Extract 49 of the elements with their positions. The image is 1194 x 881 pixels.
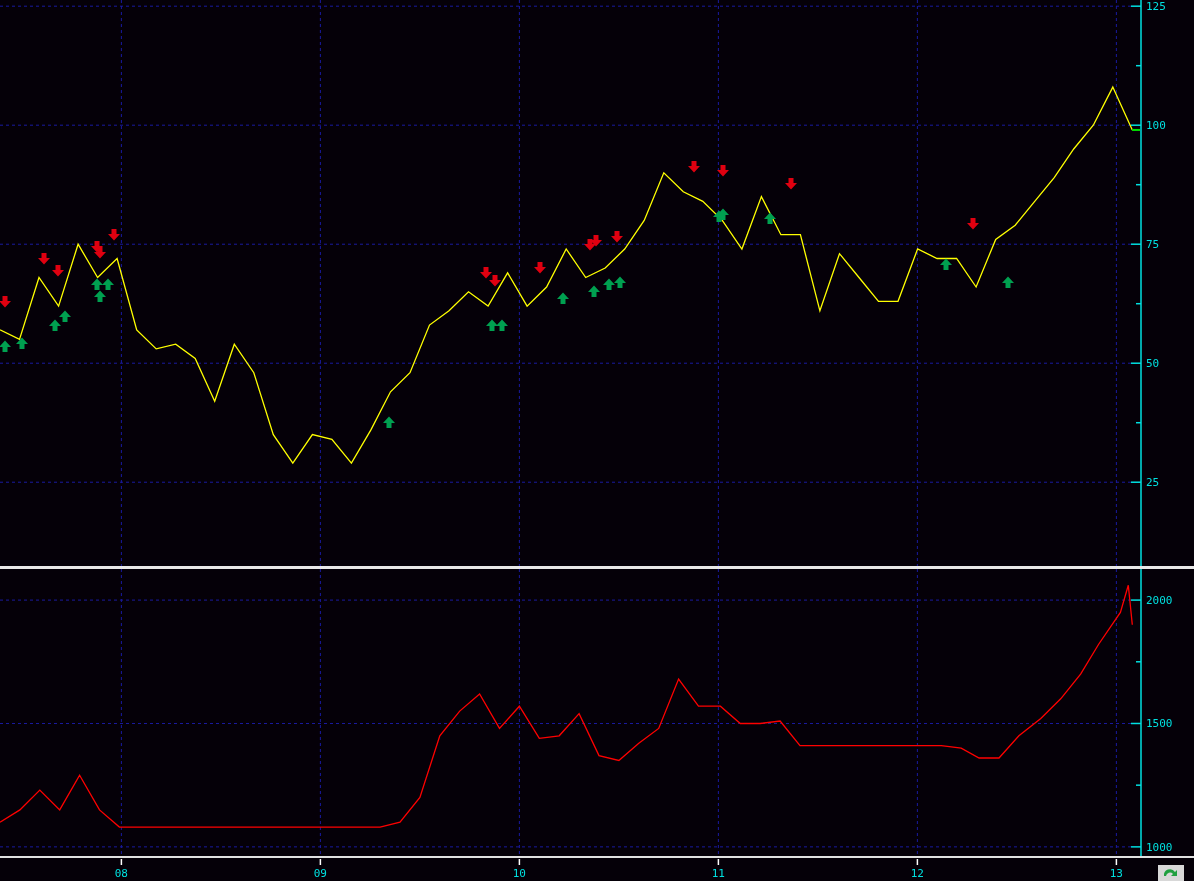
down-arrow-icon — [0, 296, 11, 308]
up-arrow-icon — [496, 319, 508, 331]
down-arrow-icon — [108, 229, 120, 241]
down-arrow-icon — [688, 161, 700, 173]
down-arrow-icon — [584, 239, 596, 251]
axis-label: 1000 — [1146, 840, 1173, 854]
up-arrow-icon — [940, 258, 952, 270]
axis-label: 12 — [910, 867, 924, 880]
up-arrow-icon — [603, 278, 615, 290]
axis-label: 10 — [512, 867, 526, 880]
down-arrow-icon — [534, 262, 546, 274]
down-arrow-icon — [52, 265, 64, 277]
down-arrow-icon — [94, 247, 106, 259]
last-value-marker — [1131, 128, 1141, 131]
axis-label: 1500 — [1146, 717, 1173, 731]
refresh-button[interactable] — [1158, 865, 1184, 881]
up-arrow-icon — [1002, 276, 1014, 288]
axis-label: 2000 — [1146, 594, 1173, 608]
down-arrow-icon — [480, 267, 492, 279]
up-arrow-icon — [557, 292, 569, 304]
up-arrow-icon — [383, 416, 395, 428]
down-arrow-icon — [785, 178, 797, 190]
down-arrow-icon — [38, 253, 50, 265]
up-arrow-icon — [102, 278, 114, 290]
axis-label: 09 — [313, 867, 327, 880]
up-arrow-icon — [49, 319, 61, 331]
up-arrow-icon — [0, 340, 11, 352]
up-arrow-icon — [764, 212, 776, 224]
axis-label: 125 — [1146, 0, 1166, 14]
up-arrow-icon — [59, 310, 71, 322]
axis-label: 08 — [114, 867, 128, 880]
down-arrow-icon — [489, 275, 501, 287]
up-arrow-icon — [94, 290, 106, 302]
down-arrow-icon — [590, 235, 602, 247]
axis-label: 11 — [711, 867, 725, 880]
up-arrow-icon — [717, 208, 729, 220]
axis-label: 13 — [1109, 867, 1123, 880]
axis-label: 75 — [1146, 238, 1160, 252]
down-arrow-icon — [967, 218, 979, 230]
down-arrow-icon — [611, 231, 623, 243]
down-arrow-icon — [717, 165, 729, 177]
axis-label: 25 — [1146, 476, 1160, 490]
up-arrow-icon — [614, 276, 626, 288]
up-arrow-icon — [588, 285, 600, 297]
up-arrow-icon — [486, 319, 498, 331]
axis-label: 50 — [1146, 357, 1160, 371]
up-arrow-icon — [91, 278, 103, 290]
up-arrow-icon — [16, 337, 28, 349]
axis-label: 100 — [1146, 119, 1166, 133]
